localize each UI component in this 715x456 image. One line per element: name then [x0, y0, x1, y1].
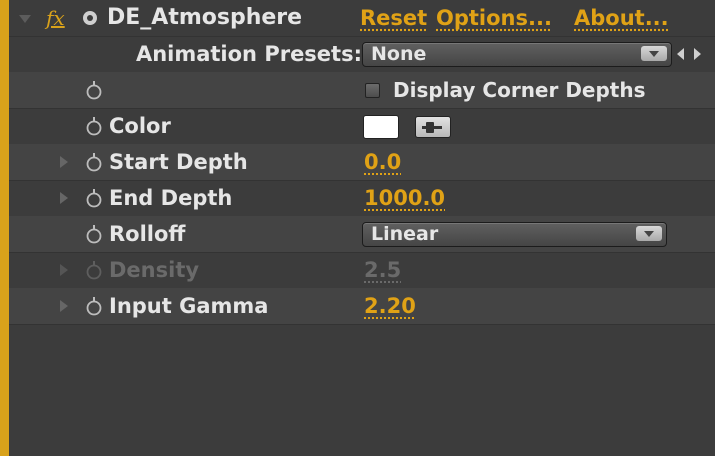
- previous-preset-icon[interactable]: [677, 48, 684, 60]
- collapse-twirl-icon[interactable]: [19, 15, 31, 23]
- animation-presets-row: Animation Presets: None: [9, 36, 715, 73]
- stopwatch-icon[interactable]: [85, 224, 103, 244]
- display-corner-depths-checkbox[interactable]: [365, 83, 380, 98]
- animation-presets-value: None: [371, 43, 427, 65]
- stopwatch-icon[interactable]: [85, 80, 103, 100]
- color-label: Color: [109, 114, 171, 138]
- rolloff-dropdown[interactable]: Linear: [362, 222, 667, 247]
- rolloff-row: Rolloff Linear: [9, 216, 715, 253]
- expand-twirl-icon[interactable]: [60, 156, 68, 168]
- stopwatch-icon: [86, 261, 102, 280]
- start-depth-value[interactable]: 0.0: [364, 144, 401, 180]
- effect-controls-panel: fx DE_Atmosphere Reset Options... About.…: [9, 0, 715, 456]
- end-depth-row: End Depth 1000.0: [9, 180, 715, 217]
- input-gamma-row: Input Gamma 2.20: [9, 288, 715, 325]
- density-label: Density: [109, 258, 200, 282]
- next-preset-icon[interactable]: [694, 48, 701, 60]
- stopwatch-icon[interactable]: [85, 296, 103, 316]
- color-swatch[interactable]: [363, 115, 399, 139]
- stopwatch-icon[interactable]: [85, 152, 103, 172]
- animation-presets-label: Animation Presets:: [135, 42, 362, 66]
- input-gamma-label: Input Gamma: [109, 294, 269, 318]
- expand-twirl-icon[interactable]: [60, 192, 68, 204]
- display-corner-depths-label: Display Corner Depths: [393, 78, 646, 102]
- animation-presets-dropdown[interactable]: None: [362, 42, 672, 67]
- expand-twirl-icon: [60, 264, 68, 276]
- fx-toggle[interactable]: fx: [46, 0, 65, 36]
- about-link[interactable]: About...: [574, 0, 669, 36]
- end-depth-value[interactable]: 1000.0: [364, 180, 445, 216]
- effect-header-row: fx DE_Atmosphere Reset Options... About.…: [9, 0, 715, 37]
- expand-twirl-icon[interactable]: [60, 300, 68, 312]
- density-row: Density 2.5: [9, 252, 715, 289]
- display-corner-depths-row: Display Corner Depths: [9, 72, 715, 109]
- start-depth-row: Start Depth 0.0: [9, 144, 715, 181]
- color-row: Color: [9, 108, 715, 145]
- end-depth-label: End Depth: [109, 186, 233, 210]
- selection-edge: [0, 0, 9, 456]
- options-link[interactable]: Options...: [436, 0, 552, 36]
- input-gamma-value[interactable]: 2.20: [364, 288, 416, 324]
- chevron-down-icon: [636, 226, 662, 241]
- rolloff-label: Rolloff: [109, 222, 186, 246]
- effect-name: DE_Atmosphere: [107, 5, 303, 30]
- chevron-down-icon: [641, 46, 667, 61]
- stopwatch-icon[interactable]: [85, 188, 103, 208]
- stopwatch-icon[interactable]: [85, 116, 103, 136]
- eyedropper-icon[interactable]: [415, 116, 451, 138]
- reset-link[interactable]: Reset: [360, 0, 427, 36]
- plugin-icon: [83, 11, 97, 25]
- rolloff-value: Linear: [371, 223, 439, 245]
- start-depth-label: Start Depth: [109, 150, 248, 174]
- density-value: 2.5: [364, 258, 402, 282]
